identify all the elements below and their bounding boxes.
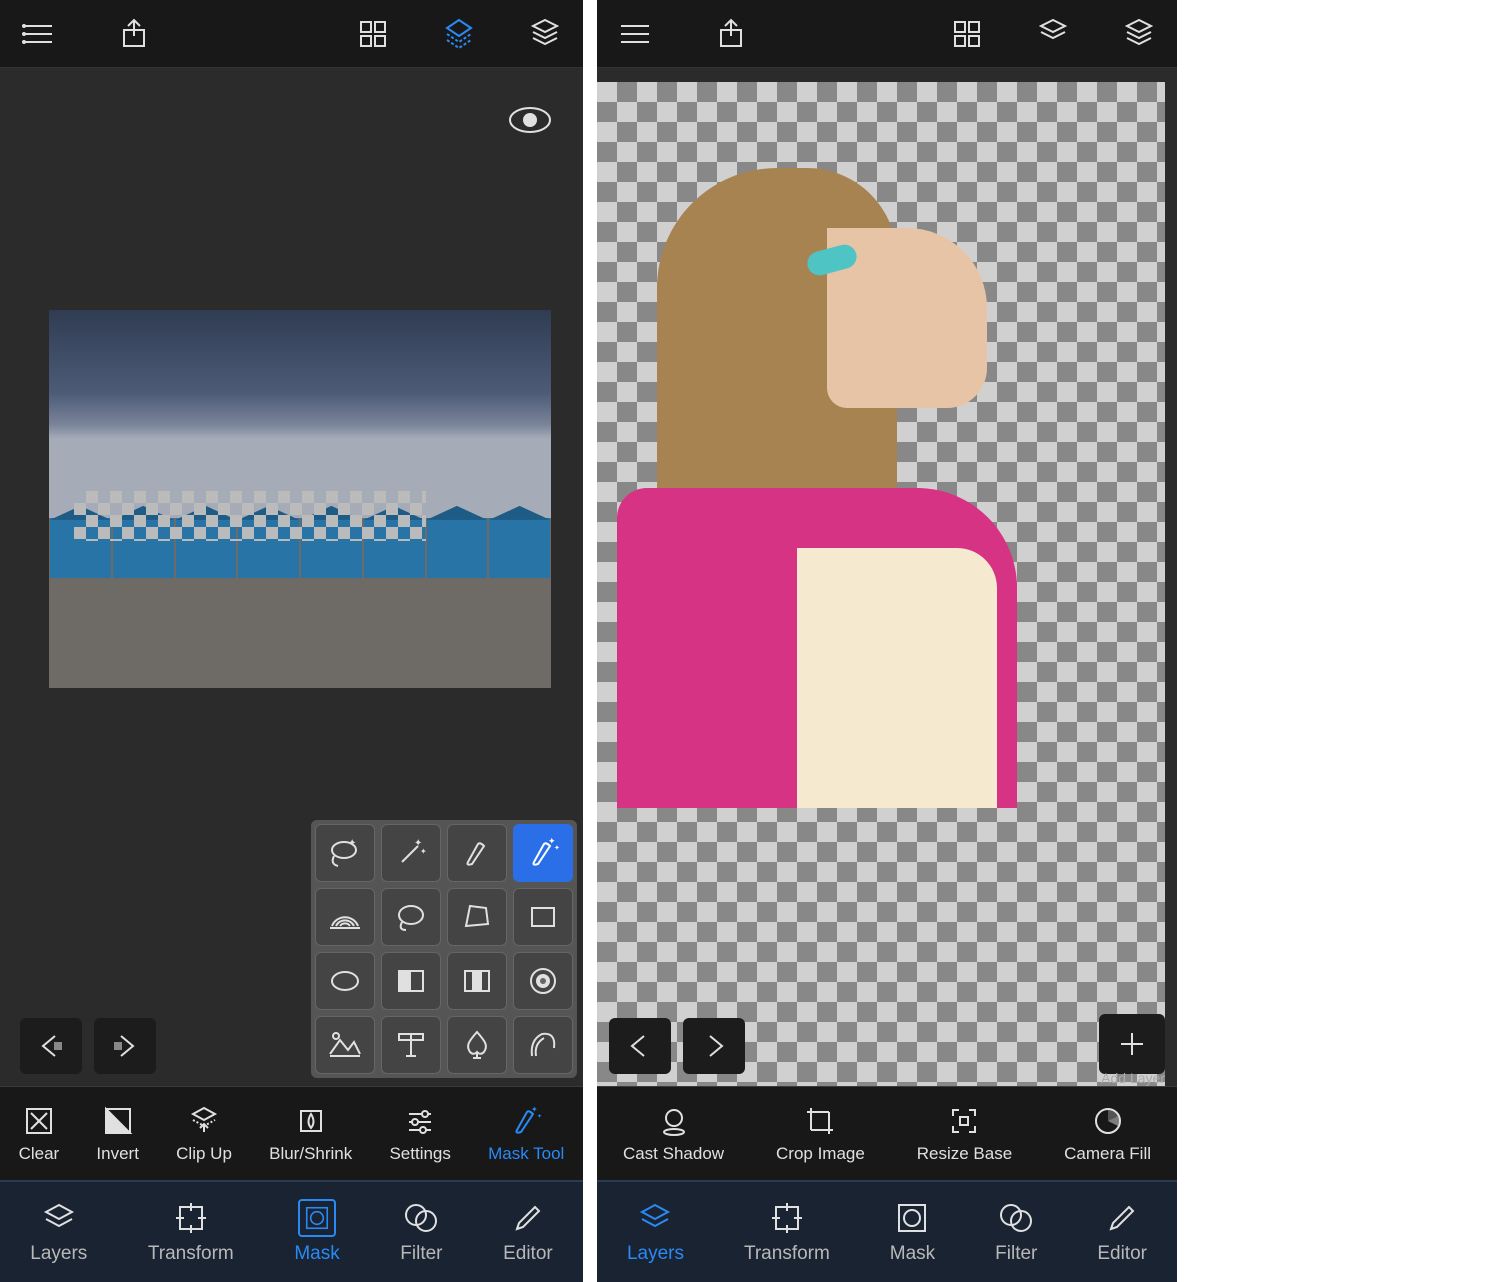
svg-text:✦: ✦ [554,844,560,852]
ellipse-icon[interactable] [315,952,375,1010]
tab-filter[interactable]: Filter [390,1193,452,1271]
tab-mask-label: Mask [294,1243,339,1265]
right-canvas[interactable]: Add Layer [597,68,1177,1086]
nav-arrows-right [609,1018,745,1074]
mirror-grad-icon[interactable] [447,952,507,1010]
action-settings[interactable]: Settings [389,1104,450,1164]
action-clear[interactable]: Clear [19,1104,60,1164]
share-icon[interactable] [116,16,152,52]
svg-text:✦: ✦ [531,1105,538,1114]
nav-arrows-left [20,1018,156,1074]
left-canvas[interactable]: ✦ ✦✦ ✦✦ [0,68,583,1086]
add-layer-label: Add Layer [1101,1070,1165,1086]
action-settings-label: Settings [389,1144,450,1164]
arch-icon[interactable] [315,888,375,946]
right-topbar [597,0,1177,68]
action-camerafill[interactable]: Camera Fill [1064,1104,1151,1164]
tab-mask-label: Mask [890,1243,935,1265]
magic-lasso-icon[interactable]: ✦ [315,824,375,882]
tab-layers-label: Layers [30,1243,87,1265]
action-clipup-label: Clip Up [176,1144,232,1164]
left-bottom-tabs: Layers Transform Mask Filter Editor [0,1182,583,1282]
magic-wand-icon[interactable]: ✦✦ [381,824,441,882]
action-masktool-label: Mask Tool [488,1144,564,1164]
next-button[interactable] [94,1018,156,1074]
action-blurshrink-label: Blur/Shrink [269,1144,352,1164]
svg-text:✦: ✦ [537,1113,542,1120]
tab-filter-label: Filter [400,1243,442,1265]
landscape-icon[interactable] [315,1016,375,1074]
tab-transform-label: Transform [148,1243,234,1265]
action-blurshrink[interactable]: Blur/Shrink [269,1104,352,1164]
prev-button[interactable] [609,1018,671,1074]
tab-transform-label: Transform [744,1243,830,1265]
tab-mask[interactable]: Mask [284,1193,349,1271]
tab-filter-label: Filter [995,1243,1037,1265]
tab-transform[interactable]: Transform [734,1193,840,1271]
action-crop-label: Crop Image [776,1144,865,1164]
action-masktool[interactable]: ✦✦ Mask Tool [488,1104,564,1164]
rect-icon[interactable] [513,888,573,946]
linear-grad-icon[interactable] [381,952,441,1010]
svg-text:✦: ✦ [420,847,427,856]
action-clear-label: Clear [19,1144,60,1164]
svg-text:✦: ✦ [348,838,356,849]
action-crop[interactable]: Crop Image [776,1104,865,1164]
list-icon[interactable] [20,16,56,52]
grid-icon[interactable] [949,16,985,52]
right-bottom-tabs: Layers Transform Mask Filter Editor [597,1182,1177,1282]
girl-cutout[interactable] [617,168,1047,808]
next-button[interactable] [683,1018,745,1074]
tab-transform[interactable]: Transform [138,1193,244,1271]
radial-grad-icon[interactable] [513,952,573,1010]
visibility-icon[interactable] [507,106,553,139]
list-icon[interactable] [617,16,653,52]
photo-layer[interactable] [49,310,551,688]
magic-brush-icon[interactable]: ✦✦ [513,824,573,882]
left-topbar [0,0,583,68]
tab-editor[interactable]: Editor [1087,1193,1157,1271]
action-invert-label: Invert [96,1144,139,1164]
action-resize[interactable]: Resize Base [917,1104,1012,1164]
tab-editor[interactable]: Editor [493,1193,563,1271]
action-castshadow[interactable]: Cast Shadow [623,1104,724,1164]
tab-layers[interactable]: Layers [20,1193,97,1271]
text-icon[interactable] [381,1016,441,1074]
mask-tool-grid: ✦ ✦✦ ✦✦ [311,820,577,1078]
tab-editor-label: Editor [503,1243,553,1265]
lasso-icon[interactable] [381,888,441,946]
add-layer-button[interactable] [1099,1014,1165,1074]
polygon-icon[interactable] [447,888,507,946]
action-clipup[interactable]: Clip Up [176,1104,232,1164]
right-action-row: Cast Shadow Crop Image Resize Base Camer… [597,1086,1177,1182]
prev-button[interactable] [20,1018,82,1074]
tab-layers-label: Layers [627,1243,684,1265]
tab-mask[interactable]: Mask [880,1193,945,1271]
layers-stack-icon[interactable] [1121,16,1157,52]
left-pane: ✦ ✦✦ ✦✦ Clea [0,0,583,1282]
layers-stack-icon[interactable] [527,16,563,52]
left-action-row: Clear Invert Clip Up Blur/Shrink Setting… [0,1086,583,1182]
tab-editor-label: Editor [1097,1243,1147,1265]
action-resize-label: Resize Base [917,1144,1012,1164]
brush-icon[interactable] [447,824,507,882]
layers-outline-icon[interactable] [1035,16,1071,52]
diamond-layers-icon[interactable] [441,16,477,52]
spade-icon[interactable] [447,1016,507,1074]
action-invert[interactable]: Invert [96,1104,139,1164]
tab-layers[interactable]: Layers [617,1193,694,1271]
tab-filter[interactable]: Filter [985,1193,1047,1271]
action-camerafill-label: Camera Fill [1064,1144,1151,1164]
action-castshadow-label: Cast Shadow [623,1144,724,1164]
right-pane: Add Layer Cast Shadow Crop Image Resize … [597,0,1177,1282]
hair-icon[interactable] [513,1016,573,1074]
share-icon[interactable] [713,16,749,52]
grid-icon[interactable] [355,16,391,52]
